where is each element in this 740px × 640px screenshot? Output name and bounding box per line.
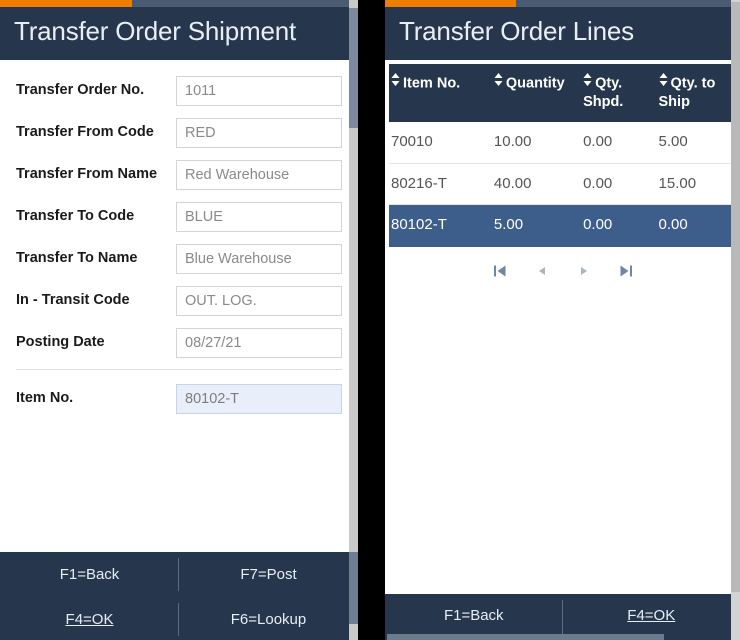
first-page-icon[interactable] bbox=[492, 263, 508, 279]
field-label: Transfer From Name bbox=[16, 166, 158, 183]
form-row-field-1: Transfer From Code RED bbox=[16, 116, 342, 149]
table-body: 70010 10.00 0.00 5.00 80216-T 40.00 0.00 15.00 8… bbox=[389, 121, 732, 248]
field-label: Transfer Order No. bbox=[16, 82, 145, 99]
cell-item-no: 80102-T bbox=[389, 204, 492, 248]
table-header-row: Item No. Quantity Qty. Shpd. Qty. to Ship bbox=[389, 64, 732, 122]
function-key-label: F6=Lookup bbox=[230, 611, 307, 628]
cell-qty-to-ship: 0.00 bbox=[656, 204, 732, 248]
column-header-qty-shpd[interactable]: Qty. Shpd. bbox=[581, 64, 657, 122]
form-row-field-2: Transfer From Name Red Warehouse bbox=[16, 158, 342, 191]
last-page-icon[interactable] bbox=[618, 263, 634, 279]
column-header-item-no[interactable]: Item No. bbox=[389, 64, 492, 122]
function-key-label: F7=Post bbox=[240, 566, 297, 583]
right-progress-fill bbox=[385, 0, 517, 7]
table-row[interactable]: 80216-T 40.00 0.00 15.00 bbox=[389, 163, 732, 206]
cell-quantity: 40.00 bbox=[491, 163, 582, 206]
table-row[interactable]: 70010 10.00 0.00 5.00 bbox=[389, 121, 732, 164]
form-divider bbox=[16, 369, 342, 370]
cell-qty-to-ship: 5.00 bbox=[656, 121, 732, 164]
cell-qty-shpd: 0.00 bbox=[581, 163, 657, 206]
form-row-item-no-0: Item No. 80102-T bbox=[16, 382, 342, 415]
order-lines-table: Item No. Quantity Qty. Shpd. Qty. to Ship 7… bbox=[389, 64, 732, 248]
right-scrollbar-thumb[interactable] bbox=[731, 2, 740, 592]
left-panel-title: Transfer Order Shipment bbox=[0, 7, 358, 60]
form-row-field-3: Transfer To Code BLUE bbox=[16, 200, 342, 233]
sort-arrows-icon bbox=[391, 73, 400, 92]
transfer-order-shipment-panel: Transfer Order Shipment Transfer Order N… bbox=[0, 0, 358, 640]
function-key-f7[interactable]: F7=Post bbox=[179, 552, 358, 597]
form-row-field-0: Transfer Order No. 1011 bbox=[16, 74, 342, 107]
right-panel-scrollbar[interactable] bbox=[731, 0, 740, 640]
cell-quantity: 10.00 bbox=[491, 121, 582, 164]
field-input[interactable]: OUT. LOG. bbox=[176, 285, 342, 316]
right-panel-body: Item No. Quantity Qty. Shpd. Qty. to Ship 7… bbox=[385, 60, 740, 594]
transfer-order-lines-panel: Transfer Order Lines Item No. Quantity Qty… bbox=[385, 0, 740, 640]
column-header-quantity[interactable]: Quantity bbox=[491, 64, 582, 122]
horizontal-scrollbar-thumb[interactable] bbox=[387, 634, 664, 640]
prev-page-icon[interactable] bbox=[534, 263, 550, 279]
table-row[interactable]: 80102-T 5.00 0.00 0.00 bbox=[389, 204, 732, 248]
field-input[interactable]: BLUE bbox=[176, 201, 342, 232]
pagination-controls bbox=[385, 247, 740, 285]
field-input[interactable]: RED bbox=[176, 117, 342, 148]
column-header-label: Quantity bbox=[505, 75, 565, 92]
next-page-icon[interactable] bbox=[576, 263, 592, 279]
left-panel-scrollbar[interactable] bbox=[349, 0, 358, 640]
cell-item-no: 80216-T bbox=[389, 163, 492, 206]
left-progress-fill bbox=[0, 0, 133, 7]
right-panel-title: Transfer Order Lines bbox=[385, 7, 740, 60]
field-label: Transfer From Code bbox=[16, 124, 154, 141]
field-input[interactable]: 1011 bbox=[176, 75, 342, 106]
left-progress-bar bbox=[0, 0, 358, 7]
function-key-label: F1=Back bbox=[59, 566, 120, 583]
field-input[interactable]: Blue Warehouse bbox=[176, 243, 342, 274]
sort-arrows-icon bbox=[583, 73, 592, 92]
field-label: In - Transit Code bbox=[16, 292, 130, 309]
field-label: Transfer To Name bbox=[16, 250, 138, 267]
function-key-label: F1=Back bbox=[443, 607, 504, 624]
cell-qty-to-ship: 15.00 bbox=[656, 163, 732, 206]
form-row-field-4: Transfer To Name Blue Warehouse bbox=[16, 242, 342, 275]
left-footer-keys: F1=Back F7=Post F4=OK F6=Lookup bbox=[0, 552, 358, 640]
order-lines-table-wrap: Item No. Quantity Qty. Shpd. Qty. to Ship 7… bbox=[385, 60, 740, 248]
field-label: Transfer To Code bbox=[16, 208, 135, 225]
field-label: Posting Date bbox=[16, 334, 105, 351]
right-panel-horizontal-scrollbar[interactable] bbox=[385, 634, 740, 640]
cell-quantity: 5.00 bbox=[491, 204, 582, 248]
column-header-qty-to-ship[interactable]: Qty. to Ship bbox=[656, 64, 732, 122]
column-header-label: Item No. bbox=[403, 75, 461, 92]
cell-qty-shpd: 0.00 bbox=[581, 121, 657, 164]
field-label: Item No. bbox=[16, 390, 74, 407]
function-key-f1[interactable]: F1=Back bbox=[0, 552, 179, 597]
sort-arrows-icon bbox=[494, 73, 503, 92]
field-input[interactable]: Red Warehouse bbox=[176, 159, 342, 190]
function-key-f6[interactable]: F6=Lookup bbox=[179, 597, 358, 640]
form-row-field-6: Posting Date 08/27/21 bbox=[16, 326, 342, 359]
function-key-f4[interactable]: F4=OK bbox=[0, 597, 179, 640]
right-progress-bar bbox=[385, 0, 740, 7]
function-key-label: F4=OK bbox=[627, 607, 676, 624]
cell-item-no: 70010 bbox=[389, 121, 492, 164]
app-root: Transfer Order Shipment Transfer Order N… bbox=[0, 0, 740, 640]
field-input[interactable]: 80102-T bbox=[176, 383, 342, 414]
left-scrollbar-thumb-upper[interactable] bbox=[349, 8, 358, 128]
table-head: Item No. Quantity Qty. Shpd. Qty. to Ship bbox=[389, 64, 732, 122]
left-panel-body: Transfer Order No. 1011 Transfer From Code… bbox=[0, 60, 358, 552]
cell-qty-shpd: 0.00 bbox=[581, 204, 657, 248]
sort-arrows-icon bbox=[659, 73, 668, 92]
left-scrollbar-thumb-lower[interactable] bbox=[349, 552, 358, 624]
shipment-form: Transfer Order No. 1011 Transfer From Code… bbox=[0, 60, 358, 415]
form-row-field-5: In - Transit Code OUT. LOG. bbox=[16, 284, 342, 317]
field-input[interactable]: 08/27/21 bbox=[176, 327, 342, 358]
function-key-label: F4=OK bbox=[65, 611, 114, 628]
